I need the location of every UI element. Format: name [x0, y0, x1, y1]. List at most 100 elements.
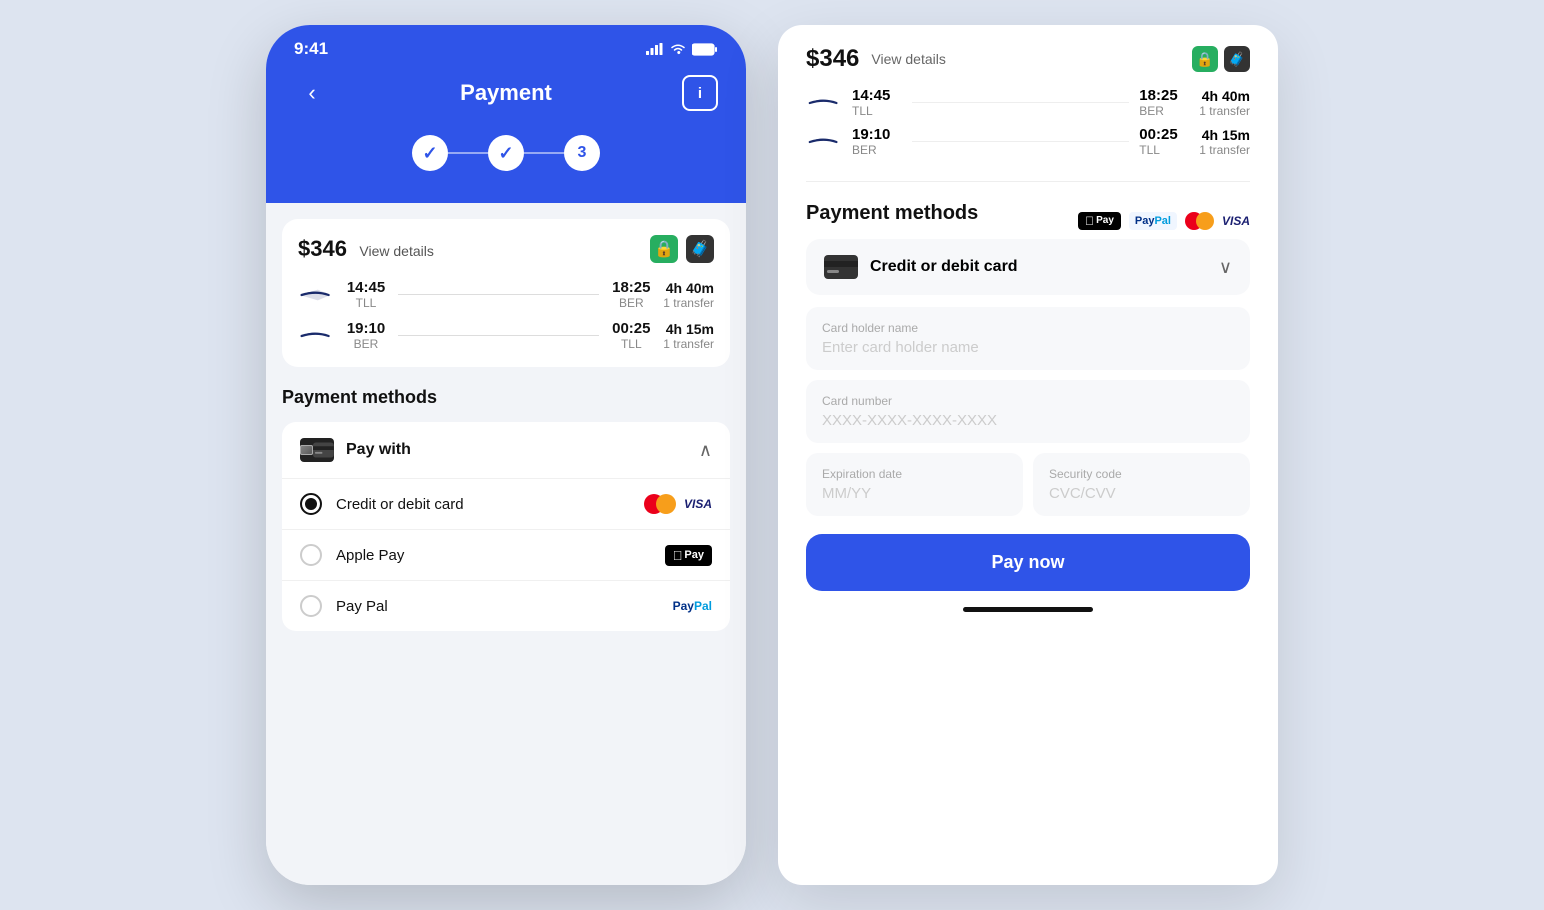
right-meta-1: 4h 40m 1 transfer	[1199, 88, 1250, 118]
chevron-down-icon: ∨	[1219, 257, 1232, 278]
paypal-label: Pay Pal	[336, 598, 388, 615]
nav-title: Payment	[460, 80, 552, 106]
card-icon	[300, 438, 334, 462]
apple-pay-label: Apple Pay	[336, 547, 404, 564]
stepper: ✓ ✓ 3	[294, 135, 718, 171]
step-line-1	[448, 152, 488, 154]
apple-pay-badge:  Pay	[665, 545, 712, 566]
step-2: ✓	[488, 135, 524, 171]
status-bar: 9:41	[294, 39, 718, 59]
pay-with-header[interactable]: Pay with ∧	[282, 422, 730, 478]
mc-logo	[1185, 212, 1214, 230]
signal-icon	[646, 43, 664, 55]
flight-meta-1: 4h 40m 1 transfer	[663, 280, 714, 310]
right-panel: $346 View details 🔒 🧳 14:45 TLL	[778, 25, 1278, 885]
right-card-icon	[824, 255, 858, 279]
flight-row-1: 14:45 TLL 18:25 BER 4h 40m 1 transfer	[298, 279, 714, 310]
phone-header: 9:41	[266, 25, 746, 203]
right-plane-icon-2	[806, 134, 842, 150]
luggage-icon: 🧳	[686, 235, 714, 263]
visa-logo: VISA	[684, 497, 712, 511]
depart-time-2: 19:10 BER	[344, 320, 388, 351]
right-flight-row-2: 19:10 BER 00:25 TLL 4h 15m 1 transfer	[806, 126, 1250, 157]
phone-body: $346 View details 🔒 🧳	[266, 203, 746, 885]
wifi-icon	[670, 43, 686, 55]
depart-time-1: 14:45 TLL	[344, 279, 388, 310]
right-flight-row-1: 14:45 TLL 18:25 BER 4h 40m 1 transfer	[806, 87, 1250, 118]
right-arrive-2: 00:25 TLL	[1139, 126, 1189, 157]
cvv-value: CVC/CVV	[1049, 485, 1234, 502]
chevron-up-icon: ∧	[699, 440, 712, 461]
flight-meta-2: 4h 15m 1 transfer	[663, 321, 714, 351]
card-holder-label: Card holder name	[822, 321, 1234, 335]
right-view-details[interactable]: View details	[871, 51, 945, 67]
expiry-cvv-row: Expiration date MM/YY Security code CVC/…	[806, 453, 1250, 516]
credit-card-label: Credit or debit card	[336, 496, 464, 513]
back-button[interactable]: ‹	[294, 75, 330, 111]
cvv-label: Security code	[1049, 467, 1234, 481]
expiry-value: MM/YY	[822, 485, 1007, 502]
phone-scroll[interactable]: $346 View details 🔒 🧳	[266, 203, 746, 885]
card-holder-field[interactable]: Card holder name Enter card holder name	[806, 307, 1250, 370]
payment-methods-title: Payment methods	[282, 387, 730, 408]
route-line-1	[398, 294, 599, 295]
arrive-time-1: 18:25 BER	[609, 279, 653, 310]
apple-pay-logo:  Pay	[1078, 212, 1121, 230]
status-icons	[646, 43, 718, 56]
visa-text: VISA	[1222, 214, 1250, 228]
payment-logos:  Pay PayPal VISA	[1078, 212, 1250, 230]
right-card-badges: 🔒 🧳	[1192, 46, 1250, 72]
right-title-row: Payment methods  Pay PayPal	[806, 202, 1250, 239]
info-button[interactable]: i	[682, 75, 718, 111]
right-payment-section: Payment methods  Pay PayPal	[806, 202, 1250, 612]
right-luggage-icon: 🧳	[1224, 46, 1250, 72]
paypal-logo: PayPal	[1129, 212, 1177, 230]
right-card-label: Credit or debit card	[870, 258, 1018, 276]
apple-pay-option[interactable]: Apple Pay  Pay	[282, 529, 730, 580]
flight-card: $346 View details 🔒 🧳	[282, 219, 730, 367]
pay-with-label: Pay with	[346, 441, 411, 459]
paypal-option[interactable]: Pay Pal PayPal	[282, 580, 730, 631]
price-label: $346	[298, 236, 347, 261]
step-line-2	[524, 152, 564, 154]
card-number-label: Card number	[822, 394, 1234, 408]
right-price-row: $346 View details 🔒 🧳	[806, 45, 1250, 73]
right-credit-card-option[interactable]: Credit or debit card ∨	[806, 239, 1250, 295]
card-number-field[interactable]: Card number XXXX-XXXX-XXXX-XXXX	[806, 380, 1250, 443]
mobile-phone: 9:41	[266, 25, 746, 885]
credit-card-option[interactable]: Credit or debit card VISA	[282, 478, 730, 529]
right-plane-icon-1	[806, 95, 842, 111]
view-details-link[interactable]: View details	[359, 243, 433, 259]
right-scroll[interactable]: $346 View details 🔒 🧳 14:45 TLL	[778, 25, 1278, 885]
right-depart-2: 19:10 BER	[852, 126, 902, 157]
step-3: 3	[564, 135, 600, 171]
expiry-field[interactable]: Expiration date MM/YY	[806, 453, 1023, 516]
expiry-label: Expiration date	[822, 467, 1007, 481]
paypal-badge: PayPal	[673, 599, 712, 613]
right-payment-title: Payment methods	[806, 202, 978, 225]
status-time: 9:41	[294, 39, 328, 59]
flight-card-header: $346 View details 🔒 🧳	[298, 235, 714, 263]
lock-icon: 🔒	[650, 235, 678, 263]
flight-row-2: 19:10 BER 00:25 TLL 4h 15m 1 transfer	[298, 320, 714, 351]
step-1: ✓	[412, 135, 448, 171]
right-meta-2: 4h 15m 1 transfer	[1199, 127, 1250, 157]
radio-credit	[300, 493, 322, 515]
right-price: $346	[806, 45, 859, 73]
pay-now-button[interactable]: Pay now	[806, 534, 1250, 591]
right-flight-section: $346 View details 🔒 🧳 14:45 TLL	[806, 25, 1250, 182]
right-arrive-1: 18:25 BER	[1139, 87, 1189, 118]
home-indicator	[963, 607, 1093, 612]
right-lock-icon: 🔒	[1192, 46, 1218, 72]
plane-icon-1	[298, 286, 334, 304]
cvv-field[interactable]: Security code CVC/CVV	[1033, 453, 1250, 516]
battery-icon	[692, 43, 718, 56]
mastercard-logo	[644, 494, 676, 514]
radio-paypal	[300, 595, 322, 617]
nav-bar: ‹ Payment i	[294, 75, 718, 111]
route-line-2	[398, 335, 599, 336]
card-number-value: XXXX-XXXX-XXXX-XXXX	[822, 412, 1234, 429]
card-holder-value: Enter card holder name	[822, 339, 1234, 356]
arrive-time-2: 00:25 TLL	[609, 320, 653, 351]
plane-icon-2	[298, 327, 334, 345]
